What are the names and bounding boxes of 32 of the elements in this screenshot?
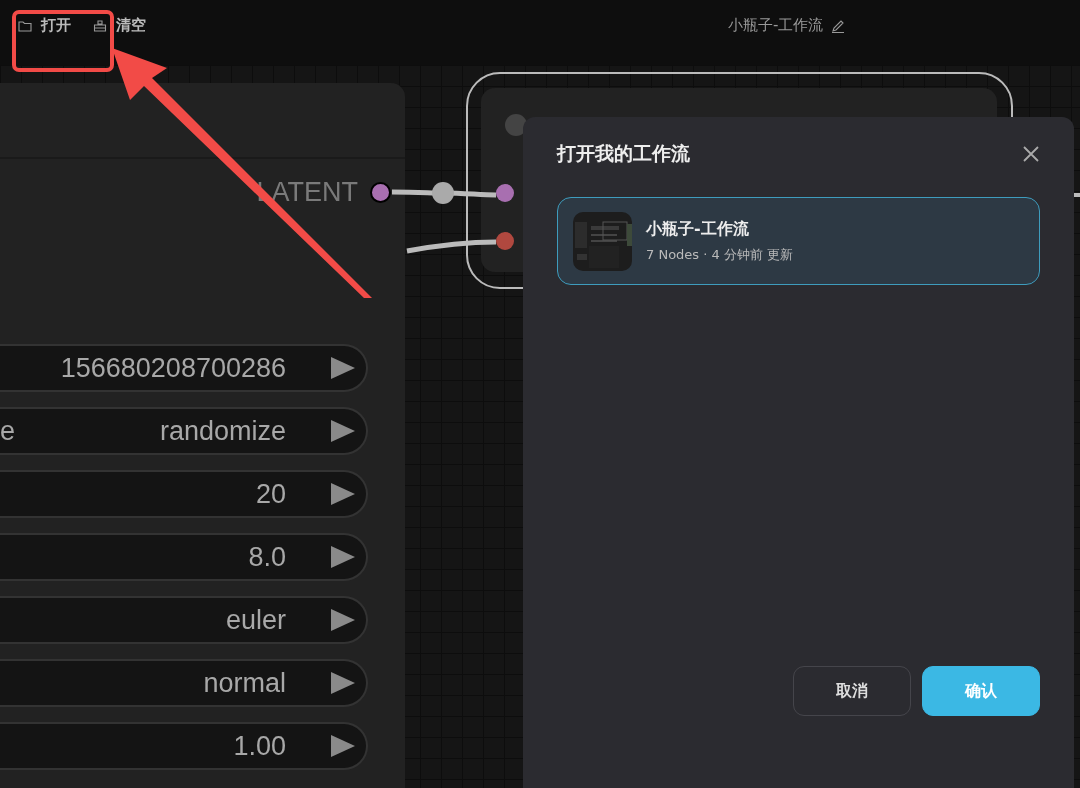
widget-field[interactable]: 20: [0, 470, 368, 518]
increment-arrow-icon[interactable]: [330, 482, 356, 506]
edit-icon[interactable]: [831, 18, 846, 33]
open-button[interactable]: 打开: [18, 14, 71, 37]
input-slot[interactable]: [496, 184, 514, 202]
widget-field[interactable]: e randomize: [0, 407, 368, 455]
widget-field[interactable]: 1.00: [0, 722, 368, 770]
widget-field[interactable]: 156680208700286: [0, 344, 368, 392]
widget-field[interactable]: normal: [0, 659, 368, 707]
workflow-title: 小瓶子-工作流: [728, 16, 824, 35]
clear-button[interactable]: 清空: [93, 14, 146, 37]
increment-arrow-icon[interactable]: [330, 671, 356, 695]
input-slot[interactable]: [496, 232, 514, 250]
folder-icon: [18, 19, 32, 32]
close-icon[interactable]: [1022, 145, 1040, 163]
increment-arrow-icon[interactable]: [330, 419, 356, 443]
cancel-button[interactable]: 取消: [793, 666, 911, 716]
workflow-item[interactable]: 小瓶子-工作流 7 Nodes · 4 分钟前 更新: [557, 197, 1040, 285]
widget-field[interactable]: euler: [0, 596, 368, 644]
increment-arrow-icon[interactable]: [330, 608, 356, 632]
widget-field[interactable]: 8.0: [0, 533, 368, 581]
increment-arrow-icon[interactable]: [330, 545, 356, 569]
reroute-node[interactable]: [432, 182, 454, 204]
output-slot[interactable]: [370, 182, 391, 203]
workflow-meta: 7 Nodes · 4 分钟前 更新: [646, 245, 794, 264]
collapse-dot[interactable]: [505, 114, 527, 136]
increment-arrow-icon[interactable]: [330, 356, 356, 380]
broom-icon: [93, 19, 107, 32]
workflow-name: 小瓶子-工作流: [646, 218, 750, 240]
increment-arrow-icon[interactable]: [330, 734, 356, 758]
wire: [1074, 193, 1080, 197]
dialog-title: 打开我的工作流: [557, 141, 690, 166]
